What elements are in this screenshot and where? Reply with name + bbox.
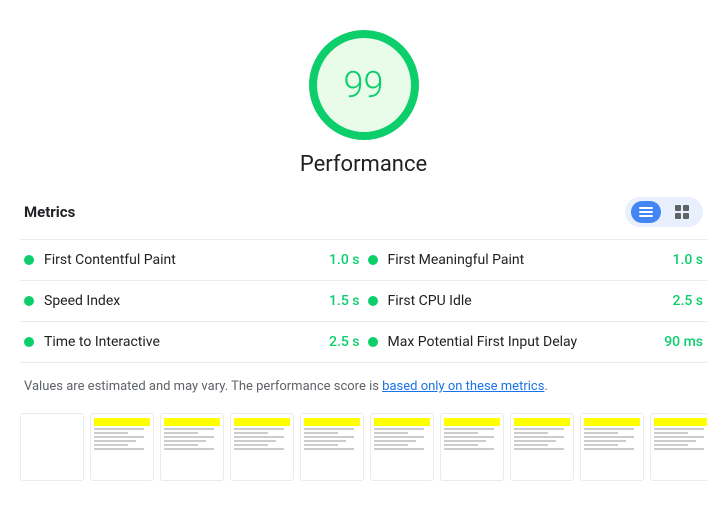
metric-dot xyxy=(368,255,378,265)
filmstrip xyxy=(20,413,707,481)
metrics-header: Metrics xyxy=(20,197,707,227)
filmstrip-frame xyxy=(580,413,644,481)
score-label: Performance xyxy=(300,152,427,177)
filmstrip-frame xyxy=(160,413,224,481)
metric-dot xyxy=(24,255,34,265)
list-view-button[interactable] xyxy=(631,201,661,223)
metric-dot xyxy=(368,296,378,306)
score-circle: 99 xyxy=(309,30,419,140)
score-value: 99 xyxy=(344,64,384,106)
disclaimer-text-before: Values are estimated and may vary. The p… xyxy=(24,379,382,394)
metric-value: 2.5 s xyxy=(673,293,704,309)
metric-value: 1.5 s xyxy=(329,293,360,309)
filmstrip-frame xyxy=(230,413,294,481)
metric-name: First CPU Idle xyxy=(388,293,665,309)
metric-name: Max Potential First Input Delay xyxy=(388,334,657,350)
metric-value: 2.5 s xyxy=(329,334,360,350)
filmstrip-frame xyxy=(440,413,504,481)
filmstrip-frame xyxy=(90,413,154,481)
metric-name: Speed Index xyxy=(44,293,321,309)
filmstrip-frame xyxy=(510,413,574,481)
metric-row: First Contentful Paint 1.0 s xyxy=(20,240,364,281)
metric-value: 1.0 s xyxy=(673,252,704,268)
metrics-grid: First Contentful Paint 1.0 s First Meani… xyxy=(20,239,707,363)
metric-dot xyxy=(368,337,378,347)
metric-value: 1.0 s xyxy=(329,252,360,268)
view-toggle xyxy=(625,197,703,227)
metric-dot xyxy=(24,296,34,306)
filmstrip-frame xyxy=(650,413,707,481)
disclaimer: Values are estimated and may vary. The p… xyxy=(20,377,707,397)
metric-value: 90 ms xyxy=(664,334,703,350)
filmstrip-frame xyxy=(370,413,434,481)
metric-row: Time to Interactive 2.5 s xyxy=(20,322,364,363)
metric-name: First Contentful Paint xyxy=(44,252,321,268)
metric-dot xyxy=(24,337,34,347)
disclaimer-link[interactable]: based only on these metrics xyxy=(382,379,544,394)
metric-row: First CPU Idle 2.5 s xyxy=(364,281,708,322)
metric-name: Time to Interactive xyxy=(44,334,321,350)
score-section: 99 Performance xyxy=(20,20,707,177)
metrics-title: Metrics xyxy=(24,203,75,221)
metric-row: First Meaningful Paint 1.0 s xyxy=(364,240,708,281)
metric-row: Speed Index 1.5 s xyxy=(20,281,364,322)
metric-name: First Meaningful Paint xyxy=(388,252,665,268)
list-icon xyxy=(639,205,653,219)
grid-view-button[interactable] xyxy=(667,201,697,223)
disclaimer-text-after: . xyxy=(544,379,547,394)
grid-icon xyxy=(675,205,689,219)
filmstrip-frame xyxy=(20,413,84,481)
filmstrip-frame xyxy=(300,413,364,481)
metric-row: Max Potential First Input Delay 90 ms xyxy=(364,322,708,363)
